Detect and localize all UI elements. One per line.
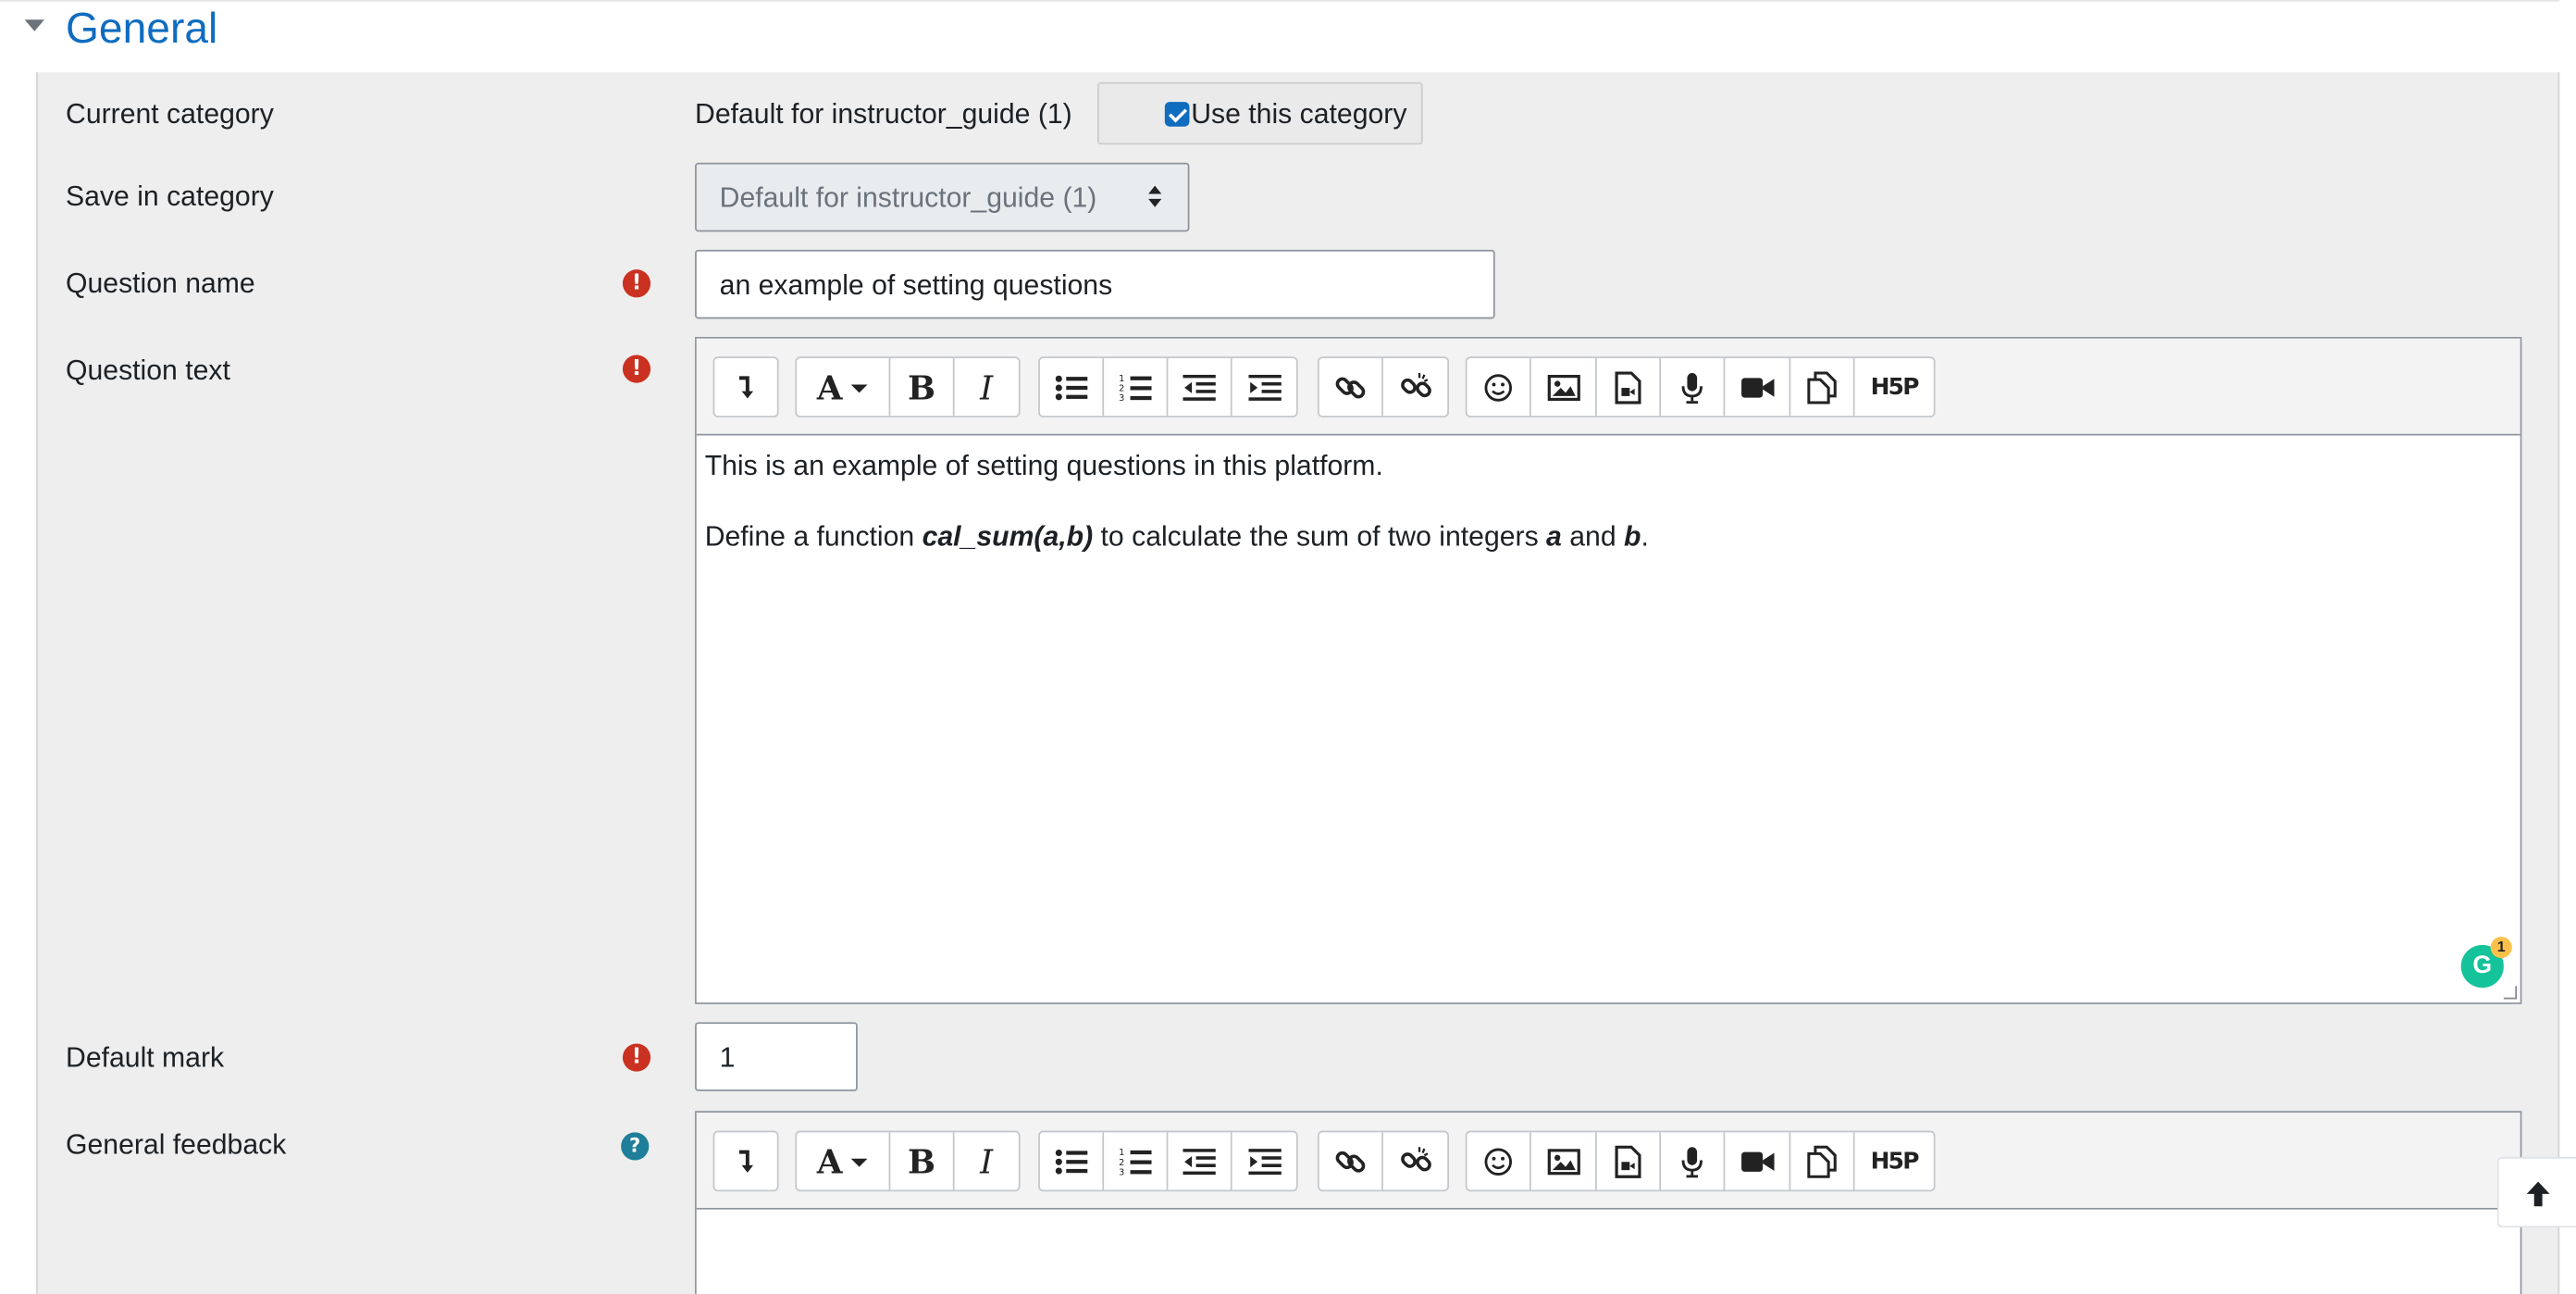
manage-files-icon[interactable] <box>1790 358 1855 417</box>
svg-text:3: 3 <box>1119 392 1124 402</box>
outdent-icon[interactable] <box>1168 1132 1232 1190</box>
toolbar-group-style: A B I <box>795 1130 1021 1192</box>
indent-icon[interactable] <box>1232 358 1296 416</box>
toolbar-group-media: H5P <box>1465 356 1936 417</box>
toolbar-group-style: A B I <box>795 356 1021 417</box>
use-category-control[interactable]: Use this category <box>1097 81 1423 145</box>
text-segment: Define a function <box>704 520 923 553</box>
italic-label: I <box>980 1141 994 1181</box>
question-text-content[interactable]: This is an example of setting questions … <box>696 435 2520 1003</box>
media-icon[interactable] <box>1597 1132 1662 1190</box>
question-name-label: Question name <box>66 268 255 300</box>
record-audio-icon[interactable] <box>1661 1132 1726 1190</box>
general-feedback-label: General feedback <box>66 1128 287 1161</box>
back-to-top-button[interactable] <box>2496 1156 2576 1228</box>
section-header[interactable]: General <box>0 0 2560 73</box>
default-mark-input[interactable]: 1 <box>695 1022 858 1091</box>
font-style-icon[interactable]: A <box>797 358 891 417</box>
variable-b: b <box>1623 520 1641 553</box>
toolbar-group-lists: 123 <box>1038 356 1298 417</box>
emoji-icon[interactable] <box>1468 358 1531 417</box>
bold-label: B <box>908 1141 936 1181</box>
h5p-label: H5P <box>1870 1148 1920 1175</box>
image-icon[interactable] <box>1531 1132 1597 1190</box>
question-text-line-2: Define a function cal_sum(a,b) to calcul… <box>705 521 1649 554</box>
text-segment: . <box>1641 520 1649 553</box>
font-style-icon[interactable]: A <box>797 1132 891 1190</box>
svg-text:2: 2 <box>1119 383 1124 393</box>
link-icon[interactable] <box>1319 1132 1383 1190</box>
record-video-icon[interactable] <box>1725 1132 1791 1190</box>
text-segment: and <box>1561 520 1624 553</box>
toolbar-group-more <box>712 356 779 417</box>
record-audio-icon[interactable] <box>1661 358 1726 417</box>
save-in-category-label: Save in category <box>66 180 274 213</box>
unlink-icon[interactable] <box>1383 358 1447 416</box>
link-icon[interactable] <box>1319 358 1383 417</box>
use-category-label[interactable]: Use this category <box>1191 99 1406 132</box>
arrow-up-icon <box>2526 1181 2550 1207</box>
ordered-list-icon[interactable]: 123 <box>1104 358 1169 417</box>
use-category-checkbox[interactable] <box>1164 102 1190 127</box>
toolbar-group-links <box>1317 1130 1449 1192</box>
bold-icon[interactable]: B <box>890 1132 955 1190</box>
font-style-label: A <box>816 367 843 407</box>
outdent-icon[interactable] <box>1168 358 1232 417</box>
required-icon[interactable]: ! <box>622 355 651 383</box>
unordered-list-icon[interactable] <box>1040 1132 1105 1190</box>
h5p-icon[interactable]: H5P <box>1855 1132 1934 1189</box>
italic-icon[interactable]: I <box>955 358 1019 416</box>
indent-icon[interactable] <box>1232 1132 1296 1189</box>
ordered-list-icon[interactable]: 123 <box>1104 1132 1169 1190</box>
collapse-caret-icon[interactable] <box>24 19 44 31</box>
variable-a: a <box>1546 520 1562 553</box>
general-feedback-content[interactable] <box>696 1209 2520 1294</box>
required-icon[interactable]: ! <box>622 269 651 298</box>
show-more-icon[interactable] <box>714 1132 776 1189</box>
editor-toolbar: A B I 123 H5P <box>696 1113 2520 1210</box>
emoji-icon[interactable] <box>1468 1132 1531 1190</box>
editor-toolbar: A B I 123 H5P <box>696 338 2520 436</box>
show-more-icon[interactable] <box>714 358 776 416</box>
resize-handle-icon[interactable] <box>2503 986 2518 1000</box>
help-icon[interactable]: ? <box>621 1132 650 1161</box>
function-name: cal_sum(a,b) <box>922 520 1094 553</box>
section-title[interactable]: General <box>66 4 217 55</box>
select-arrows-icon <box>1148 185 1165 209</box>
bold-label: B <box>908 367 936 407</box>
question-text-label: Question text <box>66 355 230 387</box>
media-icon[interactable] <box>1597 358 1662 417</box>
text-segment: to calculate the sum of two integers <box>1093 520 1547 553</box>
font-style-label: A <box>816 1141 843 1181</box>
svg-text:3: 3 <box>1119 1167 1124 1176</box>
question-name-input[interactable]: an example of setting questions <box>695 249 1495 319</box>
general-feedback-editor[interactable]: A B I 123 H5P <box>695 1111 2522 1294</box>
toolbar-group-links <box>1317 356 1449 417</box>
image-icon[interactable] <box>1531 358 1597 417</box>
h5p-icon[interactable]: H5P <box>1855 358 1934 416</box>
italic-label: I <box>980 367 994 407</box>
save-in-category-select[interactable]: Default for instructor_guide (1) <box>695 162 1190 232</box>
current-category-value: Default for instructor_guide (1) <box>695 98 1072 131</box>
unordered-list-icon[interactable] <box>1040 358 1105 417</box>
svg-text:1: 1 <box>1119 373 1124 383</box>
bold-icon[interactable]: B <box>890 358 955 417</box>
svg-text:1: 1 <box>1119 1147 1124 1157</box>
italic-icon[interactable]: I <box>955 1132 1019 1189</box>
unlink-icon[interactable] <box>1383 1132 1447 1189</box>
h5p-label: H5P <box>1870 373 1920 401</box>
svg-text:2: 2 <box>1119 1157 1124 1167</box>
grammarly-count-badge: 1 <box>2490 937 2512 959</box>
manage-files-icon[interactable] <box>1790 1132 1855 1190</box>
current-category-label: Current category <box>66 98 274 131</box>
question-text-editor[interactable]: A B I 123 H5P This is an example of sett… <box>695 336 2522 1004</box>
required-icon[interactable]: ! <box>622 1043 651 1072</box>
default-mark-label: Default mark <box>66 1041 225 1074</box>
record-video-icon[interactable] <box>1725 358 1791 417</box>
toolbar-group-media: H5P <box>1465 1130 1936 1192</box>
toolbar-group-more <box>712 1130 779 1192</box>
toolbar-group-lists: 123 <box>1038 1130 1298 1192</box>
save-in-category-selected: Default for instructor_guide (1) <box>719 182 1097 214</box>
question-text-line-1: This is an example of setting questions … <box>704 450 1383 482</box>
